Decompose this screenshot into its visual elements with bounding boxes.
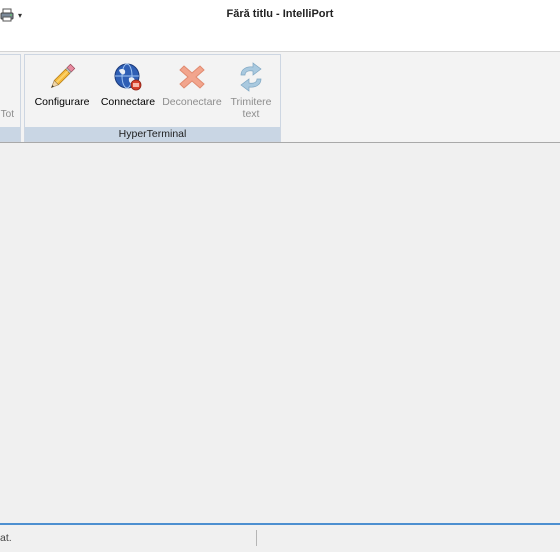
title-bar: ▾ Fără titlu - IntelliPort <box>0 0 560 31</box>
ribbon-group-previous: Tot <box>0 54 21 142</box>
globe-connect-icon <box>114 63 142 91</box>
status-bar: at. <box>0 523 560 552</box>
connect-button[interactable]: Connectare <box>97 57 159 123</box>
window-title: Fără titlu - IntelliPort <box>226 8 334 20</box>
ribbon-tabs-row <box>0 30 560 51</box>
group-caption: HyperTerminal <box>25 127 280 141</box>
send-text-button[interactable]: Trimitere text <box>225 57 277 123</box>
disconnect-x-icon <box>179 65 205 89</box>
send-text-button-label: Trimitere text <box>230 96 272 120</box>
disconnect-button[interactable]: Deconectare <box>159 57 225 123</box>
ribbon-group-hyperterminal: Configurare Connectare Deconectare Trimi… <box>24 54 281 142</box>
previous-group-button-label: Tot <box>0 109 14 120</box>
ribbon: Tot Configurare Connectare Deconectare T… <box>0 51 560 143</box>
configure-button-label: Configurare <box>34 96 90 108</box>
connect-button-label: Connectare <box>100 96 156 108</box>
previous-group-caption <box>0 127 20 141</box>
status-text: at. <box>0 532 12 544</box>
configure-button[interactable]: Configurare <box>29 57 95 123</box>
terminal-workspace[interactable] <box>0 142 560 524</box>
pencil-icon <box>50 63 76 89</box>
disconnect-button-label: Deconectare <box>162 96 222 108</box>
status-separator <box>256 530 257 546</box>
send-text-arrows-icon <box>240 62 262 92</box>
